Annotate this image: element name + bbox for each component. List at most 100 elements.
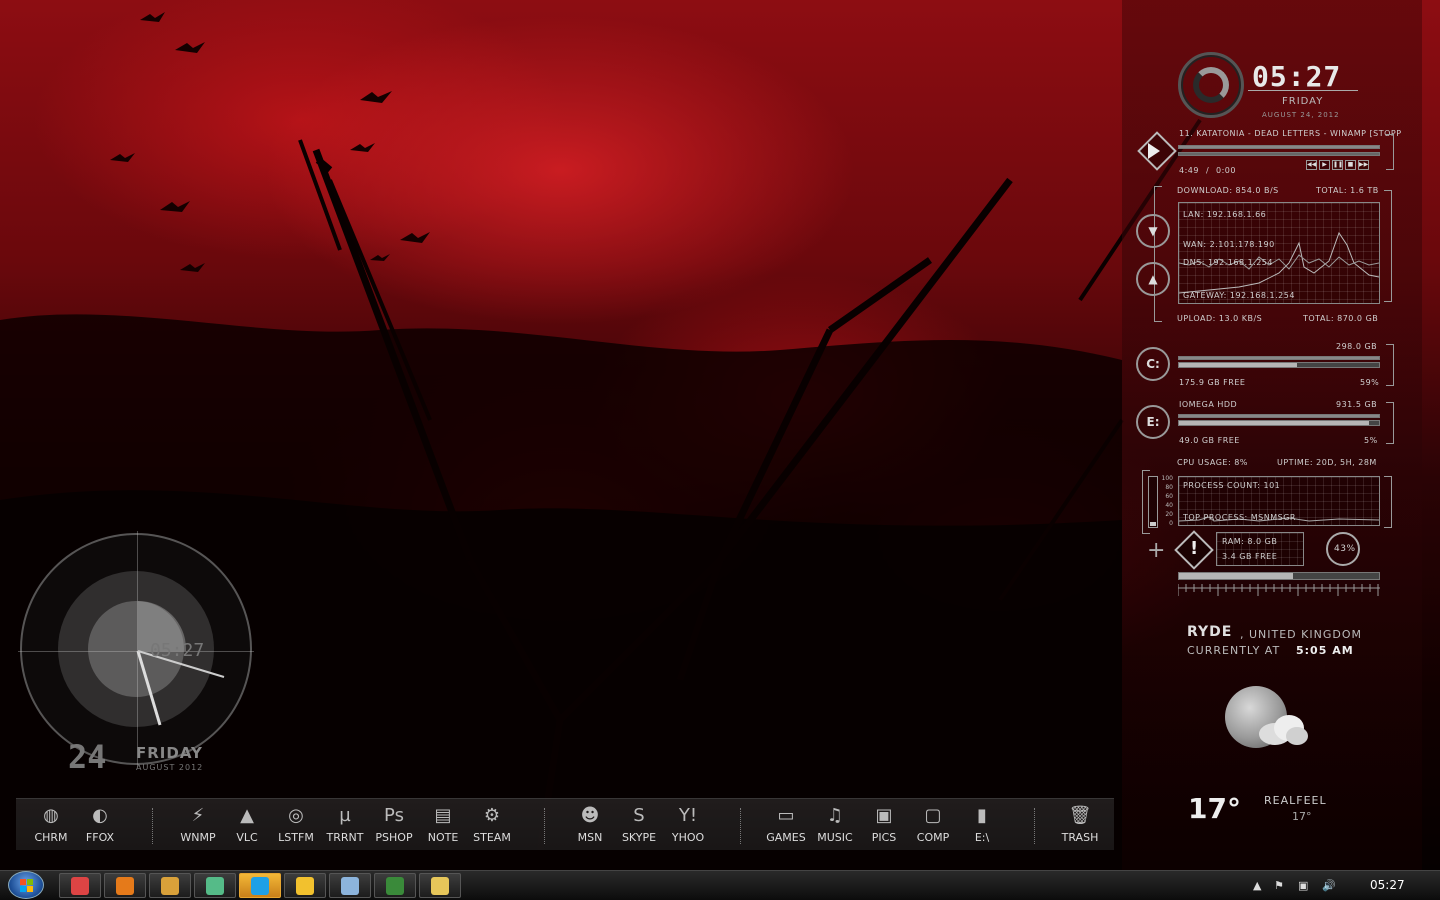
now-playing-track: 11. KATATONIA - DEAD LETTERS - WINAMP [S… xyxy=(1179,129,1402,138)
clock-divider xyxy=(1248,90,1358,91)
dock-item-pshop[interactable]: Ps PSHOP xyxy=(370,804,418,844)
stop-button[interactable]: ■ xyxy=(1345,160,1356,170)
dock-item-note[interactable]: ▤ NOTE xyxy=(419,804,467,844)
previous-track-button[interactable]: ◀◀ xyxy=(1306,160,1317,170)
dock-item-label: PSHOP xyxy=(375,831,413,844)
network-bracket-right xyxy=(1384,190,1392,302)
volume-bar[interactable] xyxy=(1178,152,1380,156)
cpu-scale-label: 60 xyxy=(1165,493,1173,500)
winamp-bracket xyxy=(1386,134,1394,170)
dock-item-trash[interactable]: 🗑 TRASH xyxy=(1056,804,1104,844)
cloud-icon xyxy=(1259,715,1308,745)
drive-e-usage-bar xyxy=(1178,420,1380,426)
dock-separator xyxy=(152,808,153,844)
utorrent-icon xyxy=(386,877,404,895)
ram-ruler xyxy=(1178,584,1380,596)
track-progress-bar[interactable] xyxy=(1178,145,1380,149)
drive-e-size: 931.5 GB xyxy=(1336,400,1378,409)
dock-item-label: LSTFM xyxy=(278,831,314,844)
pause-button[interactable]: ❚❚ xyxy=(1332,160,1343,170)
network-tray-icon[interactable]: ▣ xyxy=(1298,879,1308,892)
dock-item-label: SKYPE xyxy=(621,831,657,844)
dock-item-label: E:\ xyxy=(974,831,990,844)
drive-c-bar-top xyxy=(1178,356,1380,360)
dock-item-chrm[interactable]: ◍ CHRM xyxy=(27,804,75,844)
volume-icon[interactable]: 🔊 xyxy=(1322,879,1336,892)
taskbar-app-winamp[interactable] xyxy=(149,873,191,898)
chrome-icon xyxy=(71,877,89,895)
steam-icon: ⚙ xyxy=(483,805,501,826)
upload-speed: UPLOAD: 13.0 KB/S xyxy=(1177,314,1263,323)
taskbar-app-chrome[interactable] xyxy=(59,873,101,898)
lastfm-icon: ◎ xyxy=(288,805,304,826)
track-time-separator: / xyxy=(1206,166,1210,175)
taskbar-app-network[interactable] xyxy=(194,873,236,898)
taskbar-app-firefox[interactable] xyxy=(104,873,146,898)
dock-item-wnmp[interactable]: ⚡ WNMP xyxy=(174,804,222,844)
dock-item-steam[interactable]: ⚙ STEAM xyxy=(468,804,516,844)
dock-item-label: FFOX xyxy=(85,831,115,844)
clock-time: 05:27 xyxy=(1252,60,1342,93)
skype-icon xyxy=(251,877,269,895)
plus-crosshair-icon: + xyxy=(1147,538,1166,563)
drive-e-icon[interactable]: E: xyxy=(1136,405,1170,439)
dock-item-skype[interactable]: S SKYPE xyxy=(615,804,663,844)
taskbar-app-utorrent[interactable] xyxy=(374,873,416,898)
drive-e-icon: ▮ xyxy=(977,805,987,826)
clock-date: AUGUST 24, 2012 xyxy=(1262,111,1340,119)
trash-icon: 🗑 xyxy=(1068,805,1092,826)
wan-ip: WAN: 2.101.178.190 xyxy=(1183,240,1275,249)
dock-separator xyxy=(544,808,545,844)
taskbar-app-skype[interactable] xyxy=(239,873,281,898)
date-day-name: FRIDAY xyxy=(136,744,203,762)
taskbar-app-explorer[interactable] xyxy=(419,873,461,898)
play-button[interactable]: ▶ xyxy=(1319,160,1330,170)
ram-percent: 43% xyxy=(1334,544,1356,554)
network-bracket-left xyxy=(1154,186,1162,322)
vlc-cone-icon: ▲ xyxy=(240,805,254,826)
dock-item-vlc[interactable]: ▲ VLC xyxy=(223,804,271,844)
ram-free: 3.4 GB FREE xyxy=(1222,552,1278,561)
dock-item-label: TRRNT xyxy=(326,831,364,844)
track-total: 0:00 xyxy=(1216,166,1236,175)
dock-item-msn[interactable]: ☻ MSN xyxy=(566,804,614,844)
winamp-icon xyxy=(161,877,179,895)
dock-item-label: CHRM xyxy=(34,831,68,844)
upload-arrow-icon: ▲ xyxy=(1136,262,1170,296)
action-center-flag-icon[interactable]: ⚑ xyxy=(1274,879,1284,892)
dock-item-ffox[interactable]: ◐ FFOX xyxy=(76,804,124,844)
gateway-ip: GATEWAY: 192.168.1.254 xyxy=(1183,291,1295,300)
dock-item-pics[interactable]: ▣ PICS xyxy=(860,804,908,844)
drive-e-bracket xyxy=(1386,402,1394,444)
show-hidden-icons-icon[interactable]: ▲ xyxy=(1253,879,1261,892)
dock-item-comp[interactable]: ▢ COMP xyxy=(909,804,957,844)
yahoo-messenger-icon xyxy=(296,877,314,895)
dock-item-lstfm[interactable]: ◎ LSTFM xyxy=(272,804,320,844)
realfeel-value: 17° xyxy=(1292,810,1312,823)
taskbar-clock[interactable]: 05:27 xyxy=(1370,878,1405,892)
explorer-icon xyxy=(431,877,449,895)
taskbar-app-yahoo-messenger[interactable] xyxy=(284,873,326,898)
dock-item-trrnt[interactable]: µ TRRNT xyxy=(321,804,369,844)
weather-time: 5:05 AM xyxy=(1296,644,1354,657)
taskbar-app-notepad[interactable] xyxy=(329,873,371,898)
drive-c-icon[interactable]: C: xyxy=(1136,347,1170,381)
ram-usage-bar xyxy=(1178,572,1380,580)
dock-separator xyxy=(1034,808,1035,844)
dock-item-music[interactable]: ♫ MUSIC xyxy=(811,804,859,844)
download-total: TOTAL: 1.6 TB xyxy=(1316,186,1379,195)
drive-e-name: IOMEGA HDD xyxy=(1179,400,1238,409)
dock-item-games[interactable]: ▭ GAMES xyxy=(762,804,810,844)
start-orb-button[interactable] xyxy=(8,871,44,899)
dock-item-e[interactable]: ▮ E:\ xyxy=(958,804,1006,844)
winamp-icon: ⚡ xyxy=(191,805,205,826)
drive-e-percent: 5% xyxy=(1364,436,1378,445)
dock-item-label: TRASH xyxy=(1061,831,1099,844)
dock-item-label: MUSIC xyxy=(817,831,853,844)
cpu-scale-label: 20 xyxy=(1165,511,1173,518)
next-track-button[interactable]: ▶▶ xyxy=(1358,160,1369,170)
dock-item-label: YHOO xyxy=(671,831,705,844)
drive-c-usage-bar xyxy=(1178,362,1380,368)
uptime: UPTIME: 20D, 5H, 28M xyxy=(1277,458,1377,467)
dock-item-yhoo[interactable]: Y! YHOO xyxy=(664,804,712,844)
